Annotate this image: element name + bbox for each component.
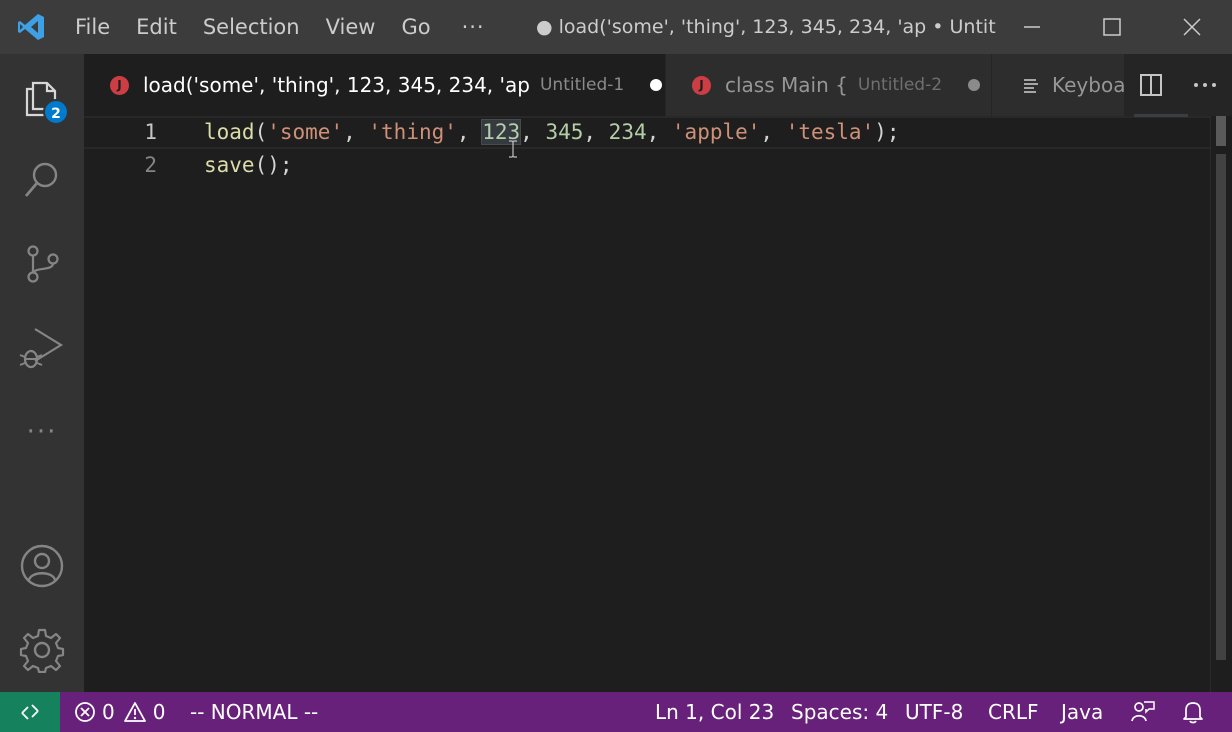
activity-bar: 2 ··· — [0, 54, 84, 692]
warning-count: 0 — [152, 700, 166, 724]
token-punctuation: ( — [254, 120, 268, 144]
token-number: 345 — [545, 120, 584, 144]
window-title: ● load('some', 'thing', 123, 345, 234, '… — [536, 16, 996, 38]
menu-selection[interactable]: Selection — [190, 0, 313, 54]
vscode-logo-icon — [0, 0, 62, 54]
remote-button[interactable] — [0, 692, 60, 732]
scrollbar-thumb[interactable] — [1216, 116, 1226, 146]
minimize-icon — [1024, 26, 1040, 28]
token-punctuation: , — [343, 120, 369, 144]
source-control-icon — [27, 245, 59, 283]
token-function: save — [204, 153, 255, 177]
line-number: 2 — [144, 153, 157, 177]
minimize-button[interactable] — [992, 0, 1072, 54]
tab-label: class Main { — [725, 73, 848, 97]
run-debug-button[interactable] — [0, 306, 84, 390]
run-debug-icon — [19, 328, 64, 369]
bell-icon — [1183, 702, 1203, 724]
encoding[interactable]: UTF-8 — [905, 692, 963, 732]
language-mode[interactable]: Java — [1061, 692, 1103, 732]
tab-untitled-2[interactable]: J class Main { Untitled-2 — [666, 54, 992, 116]
text-cursor-icon — [509, 140, 517, 158]
indentation[interactable]: Spaces: 4 — [791, 692, 888, 732]
menu-go[interactable]: Go — [388, 0, 443, 54]
menu-file[interactable]: File — [62, 0, 123, 54]
accounts-button[interactable] — [0, 524, 84, 608]
token-string: 'apple' — [671, 120, 761, 144]
token-punctuation: , — [760, 120, 786, 144]
token-punctuation: , — [646, 120, 672, 144]
java-file-icon: J — [110, 75, 129, 95]
token-punctuation: ); — [874, 120, 900, 144]
search-button[interactable] — [0, 138, 84, 222]
list-icon — [1024, 79, 1038, 93]
notifications-button[interactable] — [1182, 692, 1204, 732]
token-punctuation: , — [520, 120, 546, 144]
minimap[interactable] — [1134, 114, 1188, 117]
remote-icon — [21, 704, 39, 720]
manage-button[interactable] — [0, 608, 84, 692]
token-number: 234 — [608, 120, 647, 144]
code-line[interactable]: 1 load('some', 'thing', 123, 345, 234, '… — [84, 116, 1210, 149]
error-count: 0 — [102, 700, 115, 724]
token-punctuation: , — [456, 120, 483, 144]
code-text: load('some', 'thing', 123, 345, 234, 'ap… — [204, 118, 900, 147]
tab-untitled-1[interactable]: J load('some', 'thing', 123, 345, 234, '… — [84, 54, 666, 116]
explorer-badge: 2 — [43, 99, 69, 125]
code-line[interactable]: 2 save(); — [84, 149, 1210, 182]
warning-icon — [123, 702, 146, 722]
source-control-button[interactable] — [0, 222, 84, 306]
vim-mode: -- NORMAL -- — [190, 700, 319, 724]
title-bar: File Edit Selection View Go ··· ● load('… — [0, 0, 1232, 54]
menu-view[interactable]: View — [313, 0, 389, 54]
token-string: 'some' — [267, 120, 344, 144]
more-actions-icon[interactable] — [1192, 73, 1218, 97]
line-ending[interactable]: CRLF — [988, 692, 1039, 732]
maximize-icon — [1103, 18, 1121, 36]
token-string: 'thing' — [368, 120, 457, 144]
feedback-icon — [1131, 701, 1155, 722]
menu-edit[interactable]: Edit — [123, 0, 190, 54]
editor-tabs: J load('some', 'thing', 123, 345, 234, '… — [84, 54, 1232, 116]
code-editor[interactable]: 1 load('some', 'thing', 123, 345, 234, '… — [84, 116, 1210, 692]
explorer-button[interactable]: 2 — [0, 54, 84, 138]
status-bar: 0 0 -- NORMAL -- Ln 1, Col 23 Spaces: 4 … — [0, 692, 1232, 732]
close-window-button[interactable] — [1152, 0, 1232, 54]
more-views-icon[interactable]: ··· — [0, 390, 84, 474]
error-icon — [75, 702, 95, 722]
scrollbar-slider[interactable] — [1216, 154, 1226, 660]
search-icon — [24, 162, 58, 197]
maximize-button[interactable] — [1072, 0, 1152, 54]
tab-label: Keyboa — [1052, 73, 1126, 97]
tab-label: load('some', 'thing', 123, 345, 234, 'ap — [143, 73, 530, 97]
account-icon — [20, 544, 64, 588]
token-punctuation: , — [583, 120, 609, 144]
tab-actions — [1124, 54, 1232, 116]
menu-bar: File Edit Selection View Go ··· — [62, 0, 499, 54]
split-editor-icon[interactable] — [1139, 73, 1163, 97]
java-file-icon: J — [692, 75, 711, 95]
token-punctuation: (); — [254, 153, 293, 177]
tab-description: Untitled-2 — [857, 75, 943, 95]
gear-icon — [19, 628, 65, 673]
feedback-button[interactable] — [1130, 692, 1156, 732]
unsaved-dot-icon[interactable] — [968, 79, 981, 91]
menu-more-icon[interactable]: ··· — [444, 15, 499, 39]
token-string: 'tesla' — [785, 120, 875, 144]
close-icon — [1183, 18, 1201, 36]
cursor-position[interactable]: Ln 1, Col 23 — [655, 692, 774, 732]
tab-description: Untitled-1 — [539, 75, 625, 95]
code-text: save(); — [204, 149, 293, 182]
problems-indicator[interactable]: 0 0 — [74, 692, 165, 732]
token-function: load — [204, 120, 255, 144]
line-number: 1 — [144, 120, 157, 144]
unsaved-dot-icon[interactable] — [650, 79, 663, 91]
